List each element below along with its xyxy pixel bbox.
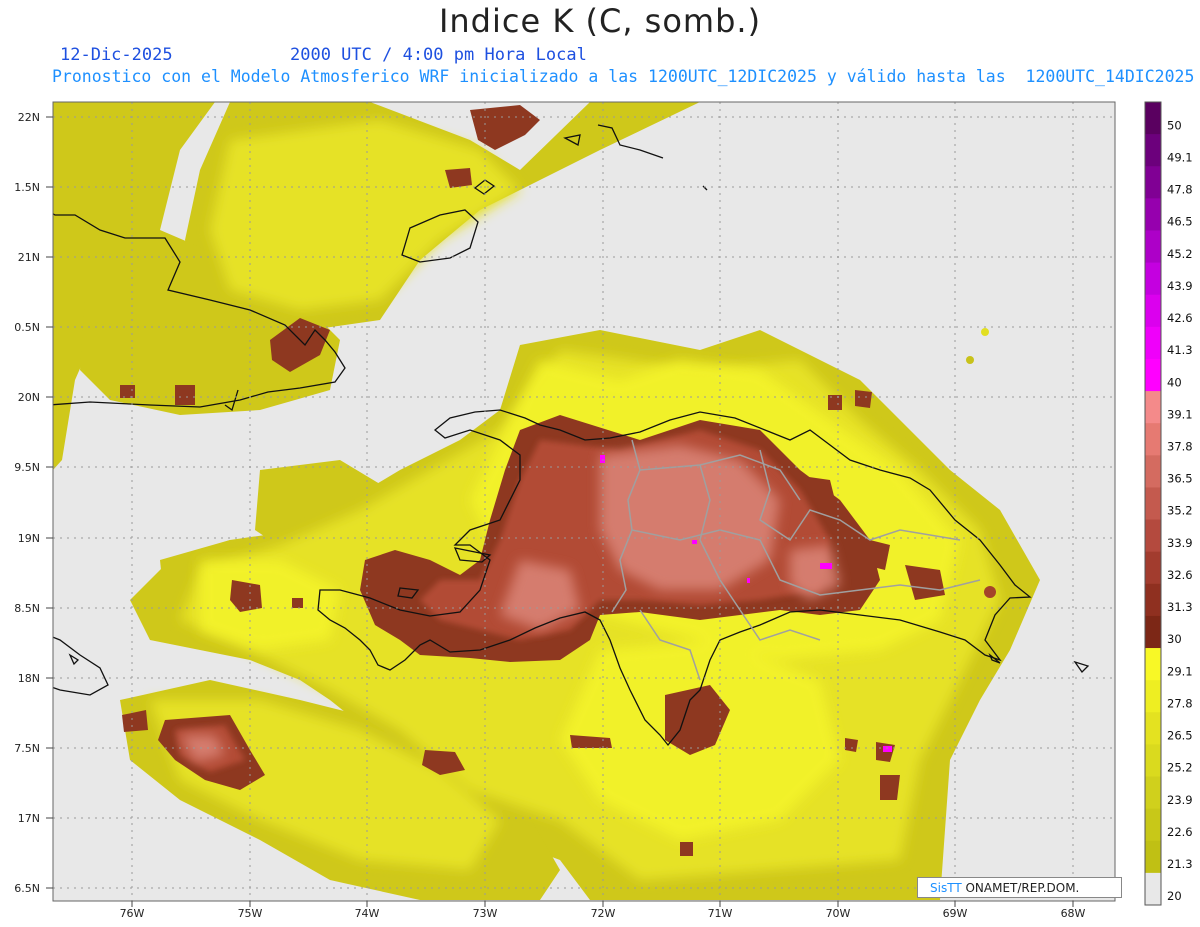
colorbar-label: 45.2: [1167, 247, 1193, 261]
colorbar-swatch: [1145, 551, 1161, 585]
colorbar-swatch: [1145, 198, 1161, 231]
colorbar-swatch: [1145, 262, 1161, 296]
colorbar-swatch: [1145, 423, 1161, 456]
colorbar-label: 30: [1167, 632, 1182, 646]
colorbar-label: 33.9: [1167, 536, 1193, 550]
colorbar-swatch: [1145, 487, 1161, 521]
lon-label: 74W: [355, 907, 380, 920]
colorbar-label: 46.5: [1167, 215, 1193, 229]
colorbar-swatch: [1145, 230, 1161, 264]
colorbar-label: 39.1: [1167, 407, 1193, 421]
colorbar-label: 35.2: [1167, 504, 1193, 518]
longitude-labels: 76W 75W 74W 73W 72W 71W 70W 69W 68W: [120, 907, 1086, 920]
colorbar-label: 42.6: [1167, 311, 1193, 325]
colorbar-swatch: [1145, 648, 1161, 681]
colorbar-swatch: [1145, 615, 1161, 649]
lat-label: 18N: [18, 672, 40, 685]
colorbar-swatch: [1145, 808, 1161, 842]
colorbar-label: 40: [1167, 375, 1182, 389]
lat-label: 19N: [18, 532, 40, 545]
lon-label: 68W: [1061, 907, 1086, 920]
lat-label: 9.5N: [14, 461, 40, 474]
colorbar-swatch: [1145, 712, 1161, 745]
colorbar-label: 43.9: [1167, 279, 1193, 293]
lon-label: 73W: [473, 907, 498, 920]
lon-label: 70W: [826, 907, 851, 920]
map-svg: 22N 1.5N 21N 0.5N 20N 9.5N 19N 8.5N 18N …: [14, 101, 1193, 920]
colorbar-swatch: [1145, 391, 1161, 424]
colorbar-swatch: [1145, 102, 1161, 135]
lat-label: 20N: [18, 391, 40, 404]
lon-label: 76W: [120, 907, 145, 920]
colorbar-swatch: [1145, 455, 1161, 488]
colorbar-label: 22.6: [1167, 825, 1193, 839]
latitude-labels: 22N 1.5N 21N 0.5N 20N 9.5N 19N 8.5N 18N …: [14, 111, 40, 895]
colorbar-swatch: [1145, 872, 1161, 906]
colorbar-swatch: [1145, 134, 1161, 167]
lon-label: 69W: [943, 907, 968, 920]
colorbar-label: 37.8: [1167, 440, 1193, 454]
lat-label: 22N: [18, 111, 40, 124]
colorbar-swatch: [1145, 680, 1161, 713]
colorbar-label: 47.8: [1167, 183, 1193, 197]
lon-label: 75W: [238, 907, 263, 920]
colorbar-label: 31.3: [1167, 600, 1193, 614]
colorbar-label: 41.3: [1167, 343, 1193, 357]
colorbar-label: 20: [1167, 889, 1182, 903]
colorbar-label: 29.1: [1167, 664, 1193, 678]
colorbar-swatch: [1145, 744, 1161, 778]
colorbar-label: 49.1: [1167, 150, 1193, 164]
colorbar-swatch: [1145, 583, 1161, 617]
colorbar-label: 50: [1167, 118, 1182, 132]
colorbar-label: 21.3: [1167, 857, 1193, 871]
lat-label: 6.5N: [14, 882, 40, 895]
colorbar-swatch: [1145, 358, 1161, 392]
colorbar-label: 32.6: [1167, 568, 1193, 582]
colorbar: 50 49.1 47.8 46.5 45.2 43.9 42.6 41.3 40 39.1 37.8…: [1144, 101, 1193, 906]
credit-badge: SisTT ONAMET/REP.DOM.: [917, 877, 1122, 898]
credit-text: ONAMET/REP.DOM.: [961, 881, 1080, 895]
lon-ticks: [131, 901, 1074, 907]
lat-label: 21N: [18, 251, 40, 264]
colorbar-label: 27.8: [1167, 696, 1193, 710]
colorbar-label: 23.9: [1167, 793, 1193, 807]
credit-brand: SisTT: [930, 881, 962, 895]
lat-label: 1.5N: [14, 181, 40, 194]
colorbar-label: 26.5: [1167, 729, 1193, 743]
colorbar-label: 36.5: [1167, 472, 1193, 486]
colorbar-swatch: [1145, 840, 1161, 874]
colorbar-swatch: [1145, 326, 1161, 360]
lon-label: 71W: [708, 907, 733, 920]
lat-ticks: [46, 116, 53, 889]
lon-label: 72W: [591, 907, 616, 920]
lat-label: 0.5N: [14, 321, 40, 334]
lat-label: 17N: [18, 812, 40, 825]
lat-label: 7.5N: [14, 742, 40, 755]
lat-label: 8.5N: [14, 602, 40, 615]
colorbar-swatch: [1145, 294, 1161, 328]
colorbar-swatch: [1145, 166, 1161, 199]
colorbar-swatch: [1145, 776, 1161, 810]
colorbar-label: 25.2: [1167, 761, 1193, 775]
colorbar-swatch: [1145, 519, 1161, 553]
